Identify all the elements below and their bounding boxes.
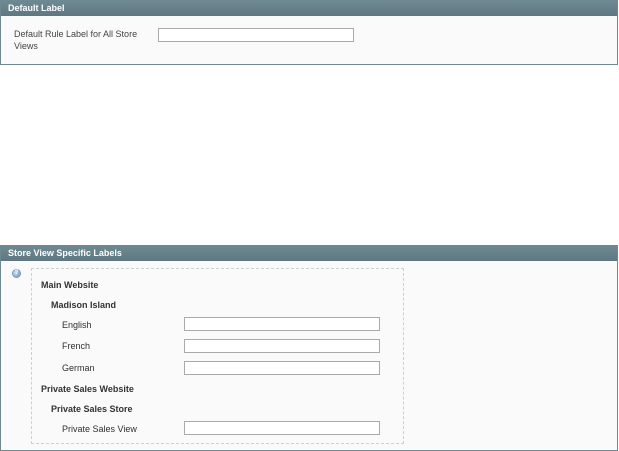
default-rule-label-caption: Default Rule Label for All Store Views: [14, 29, 138, 51]
help-icon[interactable]: ?: [12, 269, 21, 278]
store-view-label-german: German: [62, 363, 95, 373]
website-name-private-sales: Private Sales Website: [41, 384, 134, 394]
store-view-input-english[interactable]: [184, 317, 380, 331]
store-labels-fieldset: [31, 268, 404, 444]
store-view-label-english: English: [62, 320, 92, 330]
store-view-input-french[interactable]: [184, 339, 380, 353]
website-name-main: Main Website: [41, 280, 99, 290]
store-name-madison-island: Madison Island: [51, 300, 117, 310]
store-view-label-french: French: [62, 341, 91, 351]
store-name-private-sales: Private Sales Store: [51, 404, 133, 414]
default-label-header: Default Label: [1, 1, 617, 16]
store-view-input-private-sales[interactable]: [184, 421, 380, 435]
store-view-labels-header: Store View Specific Labels: [1, 246, 617, 261]
store-view-label-private-sales: Private Sales View: [62, 424, 137, 434]
default-rule-label-input[interactable]: [158, 28, 354, 42]
store-view-input-german[interactable]: [184, 361, 380, 375]
